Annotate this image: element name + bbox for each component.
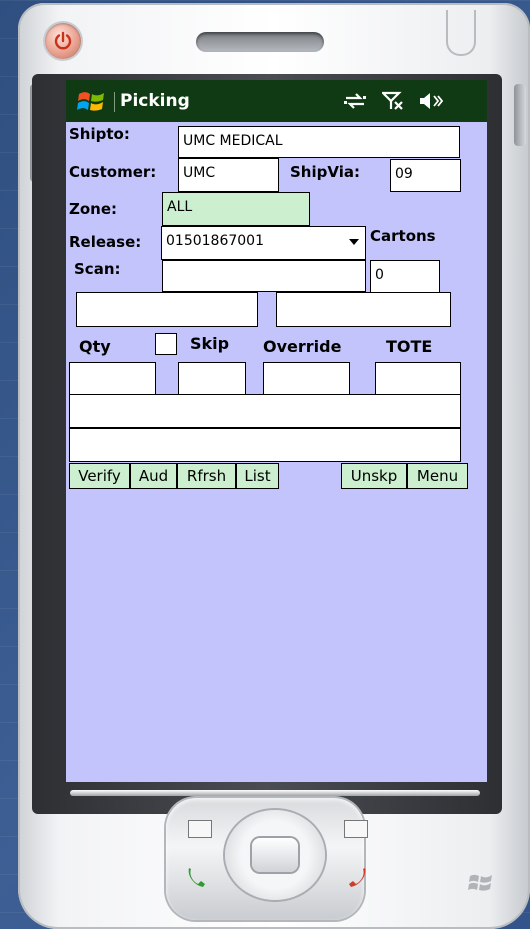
- cartons-label: Cartons: [370, 227, 436, 245]
- app-title: Picking: [120, 91, 190, 111]
- left-softkey-icon[interactable]: [188, 820, 212, 838]
- override-label: Override: [263, 337, 342, 356]
- qty-label: Qty: [79, 337, 111, 356]
- info-field-right[interactable]: [276, 292, 451, 327]
- shipto-field[interactable]: UMC MEDICAL: [178, 126, 460, 158]
- override-field[interactable]: [263, 362, 350, 396]
- speaker-icon[interactable]: [419, 92, 444, 114]
- right-softkey-icon[interactable]: [344, 820, 368, 838]
- aud-button[interactable]: Aud: [130, 463, 177, 489]
- shipvia-field[interactable]: 09: [390, 159, 461, 192]
- side-button-right[interactable]: [514, 84, 526, 146]
- power-icon: [54, 31, 72, 50]
- chevron-down-icon[interactable]: [349, 239, 359, 245]
- dpad-center-button[interactable]: [252, 838, 298, 872]
- shipto-label: Shipto:: [69, 125, 130, 143]
- customer-field[interactable]: UMC: [178, 158, 279, 192]
- tote-label: TOTE: [386, 337, 433, 356]
- sync-arrows-icon[interactable]: [343, 92, 367, 114]
- release-value: 01501867001: [166, 233, 264, 249]
- signal-off-icon[interactable]: [380, 91, 404, 115]
- stylus-slot: [446, 10, 476, 56]
- menu-button[interactable]: Menu: [407, 463, 468, 489]
- title-bar: Picking: [66, 80, 487, 122]
- release-dropdown[interactable]: 01501867001: [161, 226, 366, 260]
- unskp-button[interactable]: Unskp: [341, 463, 407, 489]
- earpiece-speaker: [196, 32, 324, 52]
- chrome-trim: [70, 790, 480, 796]
- title-separator: [114, 92, 115, 112]
- qty-field[interactable]: [69, 362, 156, 396]
- skip-field[interactable]: [178, 362, 246, 396]
- release-label: Release:: [69, 233, 142, 251]
- windows-logo-icon: [468, 874, 492, 891]
- call-red-icon[interactable]: [340, 866, 368, 888]
- skip-checkbox[interactable]: [155, 333, 177, 355]
- status-icons: [333, 91, 444, 115]
- call-green-icon[interactable]: [186, 866, 214, 888]
- zone-field[interactable]: ALL: [162, 192, 310, 226]
- rfrsh-button[interactable]: Rfrsh: [177, 463, 236, 489]
- shipvia-label: ShipVia:: [290, 163, 360, 181]
- tote-field[interactable]: [375, 362, 461, 396]
- scan-field[interactable]: [162, 260, 366, 292]
- skip-label: Skip: [190, 334, 230, 353]
- power-button[interactable]: [45, 23, 81, 59]
- verify-button[interactable]: Verify: [69, 463, 130, 489]
- description-field-1[interactable]: [69, 394, 461, 428]
- zone-label: Zone:: [69, 200, 118, 218]
- start-windows-icon[interactable]: [76, 89, 106, 119]
- cartons-field[interactable]: 0: [370, 260, 440, 294]
- info-field-left[interactable]: [76, 292, 258, 327]
- scan-label: Scan:: [74, 260, 121, 278]
- app-screen: Picking Shipto: UMC MEDICAL Customer: UM…: [66, 80, 487, 782]
- description-field-2[interactable]: [69, 428, 461, 462]
- list-button[interactable]: List: [236, 463, 279, 489]
- customer-label: Customer:: [69, 163, 157, 181]
